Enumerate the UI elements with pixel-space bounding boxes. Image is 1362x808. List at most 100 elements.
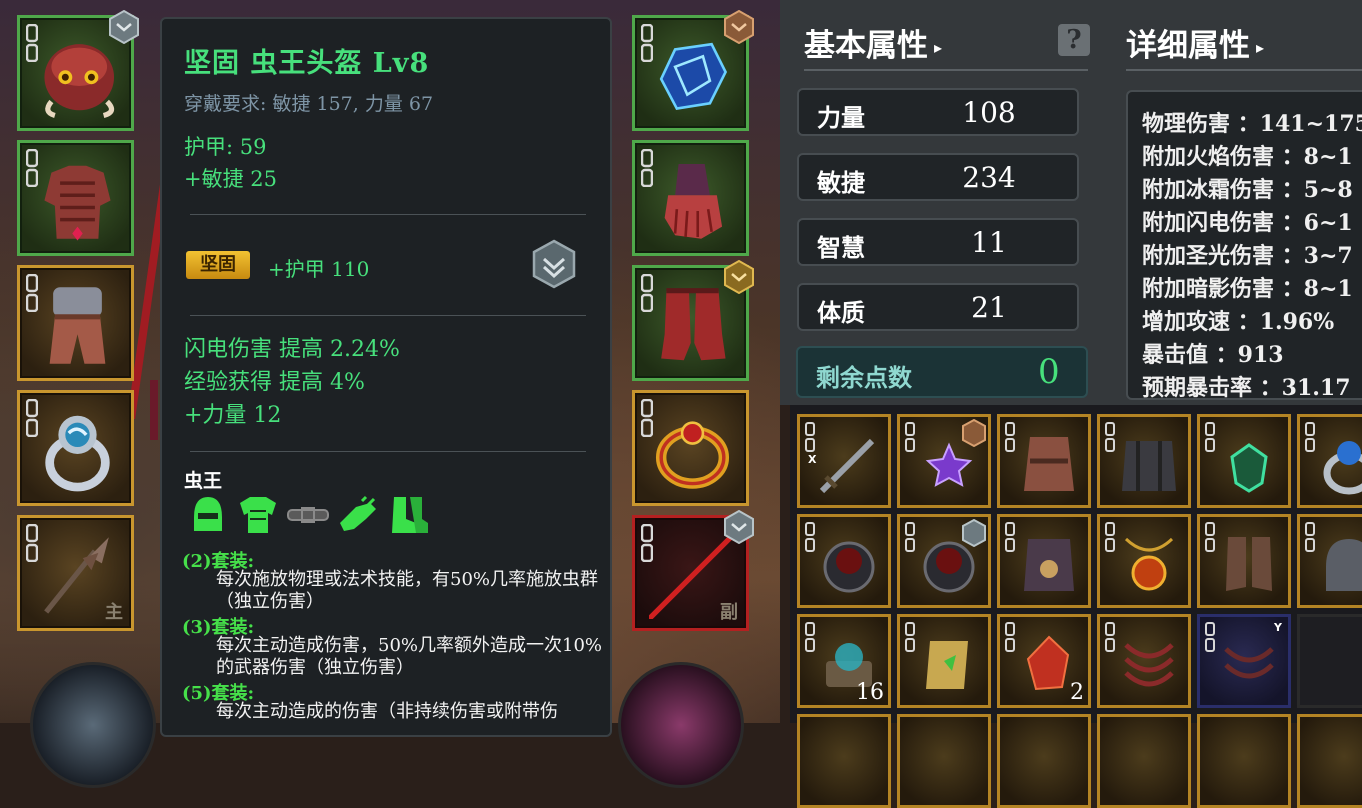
equip-slot-chest[interactable] (17, 140, 134, 256)
inventory-slot-dark-armor[interactable] (1097, 414, 1191, 508)
chain-icon (1105, 522, 1115, 552)
inventory-slot-empty[interactable] (1297, 614, 1362, 708)
item-requirement: 穿戴要求: 敏捷 157, 力量 67 (184, 93, 434, 115)
inventory-slot-ring[interactable] (1297, 414, 1362, 508)
stat-agility: 敏捷 234 (797, 153, 1079, 201)
detail-row: 预期暴击率 ：31.17 (1142, 375, 1351, 400)
affix-2: 经验获得 提高 4% (184, 370, 365, 395)
inventory-slot-bracer[interactable] (797, 514, 891, 608)
inventory-slot-claw-gloves[interactable] (1097, 614, 1191, 708)
divider (190, 214, 586, 215)
detail-row: 附加圣光伤害 ：3~7 (1142, 243, 1353, 269)
divider (804, 69, 1088, 71)
stat-strength: 力量 108 (797, 88, 1079, 136)
blue-rune-shard-icon (659, 42, 728, 110)
inventory-slot[interactable] (797, 714, 891, 808)
equip-slot-off-hand[interactable]: 副 (632, 510, 754, 631)
detail-attributes-tab[interactable]: 详细属性 ▸ (1126, 20, 1264, 65)
chain-icon (805, 522, 815, 552)
basic-attributes-heading: 基本属性 (804, 28, 928, 64)
inventory-slot-crystal[interactable]: 2 (997, 614, 1091, 708)
inventory-slot-bracer-2[interactable] (897, 514, 991, 608)
chain-icon (1205, 422, 1215, 452)
item-agility-bonus: +敏捷 25 (184, 167, 277, 191)
help-icon[interactable]: ? (1058, 24, 1090, 56)
stat-value: 11 (971, 226, 1007, 259)
chain-icon (1205, 522, 1215, 552)
inventory-slot-scroll[interactable]: 16 (797, 614, 891, 708)
inventory-slot[interactable] (997, 714, 1091, 808)
main-hand-tag: 主 (105, 602, 123, 623)
stat-constitution: 体质 21 (797, 283, 1079, 331)
spiked-bracer-icon (823, 541, 875, 593)
chain-icon (1105, 422, 1115, 452)
gloves-icon (340, 495, 376, 531)
detail-row: 物理伤害 ：141~175 (1142, 111, 1362, 137)
equip-slot-ring-2[interactable] (632, 390, 749, 506)
remaining-points: 剩余点数 0 (796, 346, 1088, 398)
chain-icon (905, 622, 915, 652)
equip-slot-amulet[interactable] (632, 10, 754, 131)
stat-label: 力量 (817, 103, 865, 132)
equip-slot-gloves[interactable] (632, 140, 749, 256)
set-bonus-2-text: 每次施放物理或法术技能，有50%几率施放虫群（独立伤害） (216, 569, 599, 612)
equip-slot-helmet[interactable] (17, 10, 139, 131)
iron-helmet-icon (1326, 539, 1362, 591)
leg-armor-icon (49, 287, 106, 364)
chain-icon (805, 422, 815, 452)
affix-1: 闪电伤害 提高 2.24% (184, 337, 400, 362)
inventory-slot-paper-scroll[interactable] (897, 614, 991, 708)
robe-armor-icon (1024, 437, 1074, 491)
chain-icon (1205, 622, 1215, 652)
equip-slot-legs[interactable] (17, 265, 134, 381)
remaining-points-label: 剩余点数 (816, 363, 912, 392)
background-banner (150, 380, 158, 440)
inventory-slot-iron-helm[interactable] (1297, 514, 1362, 608)
rarity-gem-icon (724, 260, 754, 294)
equip-slot-ring[interactable] (17, 390, 134, 506)
item-title: 坚固 虫王头盔 Lv8 (184, 48, 430, 79)
chain-icon (805, 622, 815, 652)
inventory-slot[interactable] (1197, 714, 1291, 808)
inventory-slot-star-amulet[interactable] (897, 414, 991, 508)
inventory-slot[interactable] (1097, 714, 1191, 808)
inventory-slot-sword[interactable]: X (797, 414, 891, 508)
chest-armor-icon (240, 497, 276, 533)
inventory-slot-leg-armor[interactable] (1197, 514, 1291, 608)
stat-label: 智慧 (817, 233, 865, 262)
caret-icon: ▸ (1256, 38, 1265, 57)
set-name: 虫王 (184, 470, 223, 492)
set-bonus-3-text: 每次主动造成伤害，50%几率额外造成一次10%的武器伤害（独立伤害） (216, 635, 603, 678)
off-hand-tag: 副 (720, 602, 738, 623)
gloves-icon (664, 163, 723, 239)
stat-label: 敏捷 (817, 168, 865, 197)
chain-icon (1005, 622, 1015, 652)
rarity-gem-icon (962, 419, 986, 447)
chain-icon (905, 522, 915, 552)
detail-attributes-list[interactable]: 物理伤害 ：141~175 附加火焰伤害 ：8~1 附加冰霜伤害 ：5~8 附加… (1126, 90, 1362, 400)
inventory-slot-skull-armor[interactable] (997, 514, 1091, 608)
skill-orb-left[interactable] (30, 662, 156, 788)
inventory-slot-dark-claws[interactable]: Y (1197, 614, 1291, 708)
boots-icon (392, 497, 428, 533)
inventory-slot-fire-amulet[interactable] (1097, 514, 1191, 608)
basic-attributes-tab[interactable]: 基本属性 ▸ (804, 20, 942, 65)
detail-row: 增加攻速 ：1.96% (1142, 309, 1335, 335)
inventory-slot[interactable] (897, 714, 991, 808)
quality-badge: 坚固 (186, 251, 250, 279)
stat-value: 21 (971, 291, 1007, 324)
inventory-slot-green-amulet[interactable] (1197, 414, 1291, 508)
equip-slot-main-hand[interactable]: 主 (17, 515, 134, 631)
rarity-gem-icon (962, 519, 986, 547)
chest-armor-icon (44, 165, 111, 241)
skill-orb-right[interactable] (618, 662, 744, 788)
rarity-gem-icon (724, 10, 754, 44)
stat-wisdom: 智慧 11 (797, 218, 1079, 266)
gold-ring-icon (655, 421, 730, 489)
inventory-slot[interactable] (1297, 714, 1362, 808)
inventory-slot-robe[interactable] (997, 414, 1091, 508)
blue-ring-icon (1323, 441, 1362, 495)
item-armor: 护甲: 59 (184, 135, 267, 159)
equip-slot-boots[interactable] (632, 260, 754, 381)
divider (190, 451, 586, 452)
